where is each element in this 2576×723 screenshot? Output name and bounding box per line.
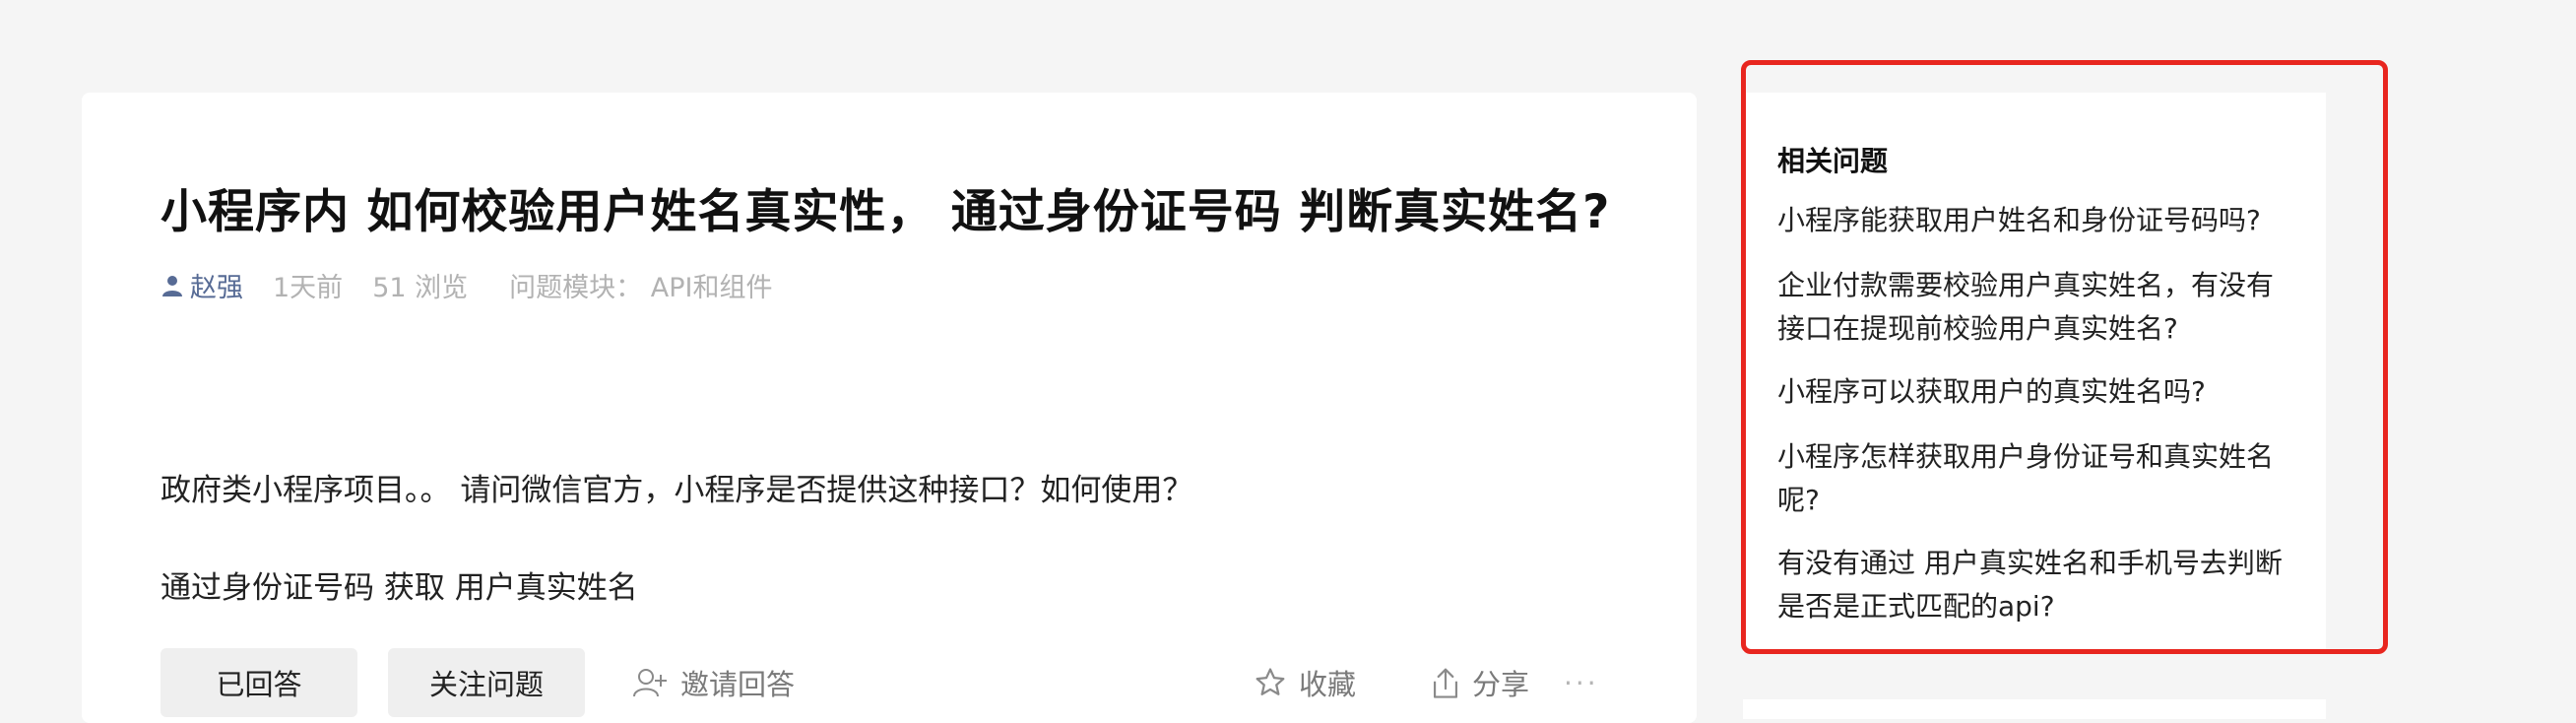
- highlight-annotation-box: [1741, 60, 2388, 654]
- sidebar-card-next: [1743, 699, 2326, 719]
- user-icon: [162, 275, 182, 296]
- author-name: 赵强: [190, 273, 243, 303]
- invite-answer-label: 邀请回答: [680, 668, 796, 701]
- view-count: 51 浏览: [372, 273, 469, 303]
- post-time: 1天前: [273, 273, 344, 303]
- question-title: 小程序内 如何校验用户姓名真实性， 通过身份证号码 判断真实姓名?: [161, 185, 1611, 239]
- question-module[interactable]: 问题模块： API和组件: [509, 266, 772, 304]
- question-card: 小程序内 如何校验用户姓名真实性， 通过身份证号码 判断真实姓名? 赵强 1天前…: [82, 93, 1697, 723]
- invite-user-icon: [633, 669, 667, 697]
- question-body: 政府类小程序项目。。 请问微信官方，小程序是否提供这种接口？如何使用？ 通过身份…: [161, 465, 1192, 607]
- author-link[interactable]: 赵强: [161, 266, 243, 304]
- share-label: 分享: [1472, 668, 1530, 701]
- body-paragraph: 通过身份证号码 获取 用户真实姓名: [161, 570, 638, 606]
- collect-label: 收藏: [1299, 668, 1357, 701]
- question-meta: 赵强 1天前 51 浏览 问题模块： API和组件: [161, 266, 772, 304]
- star-icon: [1256, 668, 1285, 695]
- share-icon: [1433, 668, 1458, 698]
- body-paragraph: 政府类小程序项目。。 请问微信官方，小程序是否提供这种接口？如何使用？: [161, 473, 1193, 508]
